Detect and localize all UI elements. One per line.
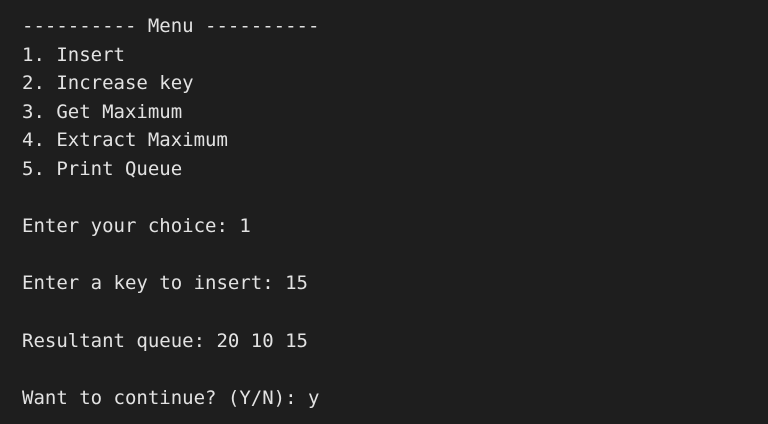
continue-input-value: y [307, 386, 320, 409]
key-prompt: Enter a key to insert: [22, 272, 286, 295]
key-line: Enter a key to insert: 15 [22, 269, 768, 298]
choice-line: Enter your choice: 1 [22, 212, 768, 241]
result-line: Resultant queue: 20 10 15 [22, 327, 768, 356]
menu-header: ---------- Menu ---------- [22, 15, 320, 37]
choice-input-value: 1 [239, 215, 251, 238]
continue-line: Want to continue? (Y/N): y [22, 384, 768, 413]
choice-prompt: Enter your choice: [22, 215, 240, 238]
menu-item-get-maximum: 3. Get Maximum [22, 100, 183, 123]
menu-item-extract-maximum: 4. Extract Maximum [22, 129, 228, 152]
result-value: 20 10 15 [216, 329, 308, 352]
key-input-value: 15 [285, 272, 308, 295]
continue-prompt: Want to continue? (Y/N): [22, 386, 308, 409]
menu-item-increase-key: 2. Increase key [22, 72, 194, 95]
menu-item-insert: 1. Insert [22, 43, 125, 66]
terminal-window[interactable]: ---------- Menu ---------- 1. Insert 2. … [0, 0, 768, 424]
result-label: Resultant queue: [22, 329, 217, 352]
menu-item-print-queue: 5. Print Queue [22, 157, 183, 180]
